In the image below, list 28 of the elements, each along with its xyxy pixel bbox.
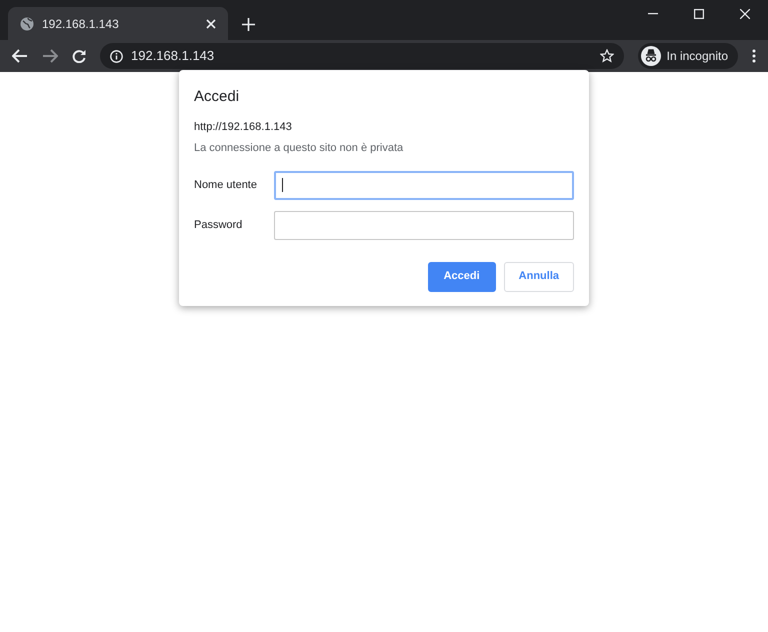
address-bar[interactable]: 192.168.1.143 [100, 43, 624, 69]
back-icon[interactable] [12, 49, 28, 63]
menu-icon[interactable] [752, 49, 756, 63]
url-text: 192.168.1.143 [131, 47, 216, 66]
input-field[interactable] [274, 210, 574, 240]
info-icon [110, 50, 123, 62]
dialog-title: Accedi [194, 87, 240, 107]
field-label: Password [194, 218, 244, 233]
forward-icon[interactable] [42, 49, 58, 63]
field-label: Nome utente [194, 178, 258, 193]
globe-icon [20, 16, 34, 30]
close-icon[interactable] [206, 18, 216, 28]
reload-icon[interactable] [72, 49, 86, 63]
origin-text: http://192.168.1.143 [194, 120, 293, 134]
incognito-icon [640, 46, 661, 66]
profile-label: In incognito [666, 48, 728, 65]
close-icon[interactable] [740, 9, 750, 19]
input-field[interactable] [274, 170, 574, 200]
profile-button[interactable]: In incognito [638, 43, 738, 69]
maximize-icon[interactable] [694, 9, 704, 19]
star-icon[interactable] [600, 49, 614, 63]
cancel-button[interactable]: Annulla [504, 262, 574, 292]
browser-tab[interactable]: 192.168.1.143 [8, 7, 228, 40]
tab-title: 192.168.1.143 [42, 16, 120, 32]
new-tab-icon[interactable] [242, 18, 255, 31]
submit-button[interactable]: Accedi [428, 262, 496, 292]
minimize-icon[interactable] [648, 13, 658, 15]
warning-text: La connessione a questo sito non è privata [194, 141, 404, 156]
